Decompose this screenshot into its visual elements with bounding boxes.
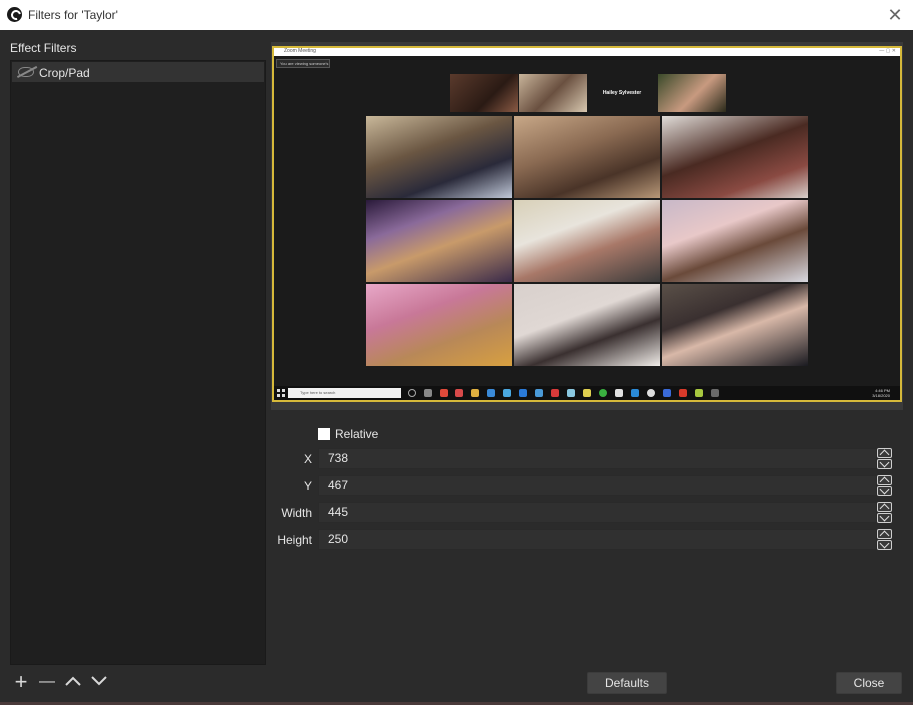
view-dropdown: You are viewing someone's [276,59,330,68]
windows-taskbar: Type here to search 4:46 PM 3/18/2020 [274,386,900,400]
app-icon [583,389,591,397]
spotify-icon [599,389,607,397]
participant-video-tile [514,200,660,282]
app-icon [535,389,543,397]
mail-icon [455,389,463,397]
width-increment-button[interactable] [877,502,892,512]
chevron-down-icon [91,676,107,686]
participant-video-tile [366,200,512,282]
chrome-icon [440,389,448,397]
task-view-icon [424,389,432,397]
width-decrement-button[interactable] [877,513,892,523]
app-icon [615,389,623,397]
effect-filters-header: Effect Filters [10,41,77,55]
participant-video-tile [514,284,660,366]
relative-label: Relative [335,427,379,441]
participant-video-tile [662,116,808,198]
app-icon [663,389,671,397]
y-decrement-button[interactable] [877,486,892,496]
participant-nameplate: Hailey Sylvester [588,74,656,112]
participant-thumbnail [658,74,726,112]
obs-logo-icon [7,7,22,22]
visibility-eye-icon[interactable] [18,67,34,77]
participant-thumbnail [450,74,518,112]
app-icon [551,389,559,397]
remove-filter-button[interactable]: — [36,672,58,694]
filter-list[interactable]: Crop/Pad [10,60,266,665]
participant-video-tile [662,284,808,366]
filter-item-crop-pad[interactable]: Crop/Pad [12,62,264,82]
relative-checkbox[interactable] [318,428,330,440]
move-down-button[interactable] [88,672,110,694]
x-decrement-button[interactable] [877,459,892,469]
participant-video-tile [514,116,660,198]
word-icon [519,389,527,397]
y-increment-button[interactable] [877,475,892,485]
move-up-button[interactable] [62,672,84,694]
x-increment-button[interactable] [877,448,892,458]
source-preview: Zoom Meeting — ▢ ✕ You are viewing someo… [272,46,902,402]
clock-date: 3/18/2020 [872,393,890,398]
height-label: Height [277,533,312,547]
height-increment-button[interactable] [877,529,892,539]
taskbar-clock: 4:46 PM 3/18/2020 [872,388,890,398]
width-input[interactable]: 445 [318,502,877,523]
close-button[interactable]: Close [836,672,902,694]
app-icon [695,389,703,397]
app-icon [567,389,575,397]
participant-thumbnail [519,74,587,112]
app-icon [711,389,719,397]
height-decrement-button[interactable] [877,540,892,550]
zoom-icon [631,389,639,397]
window-title: Filters for 'Taylor' [28,8,118,22]
y-spinbox [877,475,893,497]
obs-taskbar-icon [647,389,655,397]
participant-video-tile [366,116,512,198]
taskbar-search: Type here to search [288,388,401,398]
inner-window-titlebar: Zoom Meeting — ▢ ✕ [274,48,900,56]
x-label: X [303,452,312,466]
edge-icon [487,389,495,397]
x-input[interactable]: 738 [318,448,877,469]
width-spinbox [877,502,893,524]
y-input[interactable]: 467 [318,475,877,496]
inner-window-controls-icon: — ▢ ✕ [879,48,896,54]
height-spinbox [877,529,893,551]
participant-video-tile [662,200,808,282]
participant-video-tile [366,284,512,366]
chevron-up-icon [65,676,81,686]
y-label: Y [303,479,312,493]
folder-icon [471,389,479,397]
inner-window-title: Zoom Meeting [284,48,316,54]
cortana-icon [408,389,416,397]
add-filter-button[interactable]: + [10,671,32,694]
filter-item-label: Crop/Pad [39,66,90,80]
x-spinbox [877,448,893,470]
windows-start-icon [277,389,285,397]
store-icon [503,389,511,397]
window-close-icon[interactable]: ✕ [883,3,907,27]
app-icon [679,389,687,397]
width-label: Width [281,506,312,520]
title-bar: Filters for 'Taylor' ✕ [0,0,913,30]
height-input[interactable]: 250 [318,529,877,550]
defaults-button[interactable]: Defaults [587,672,667,694]
